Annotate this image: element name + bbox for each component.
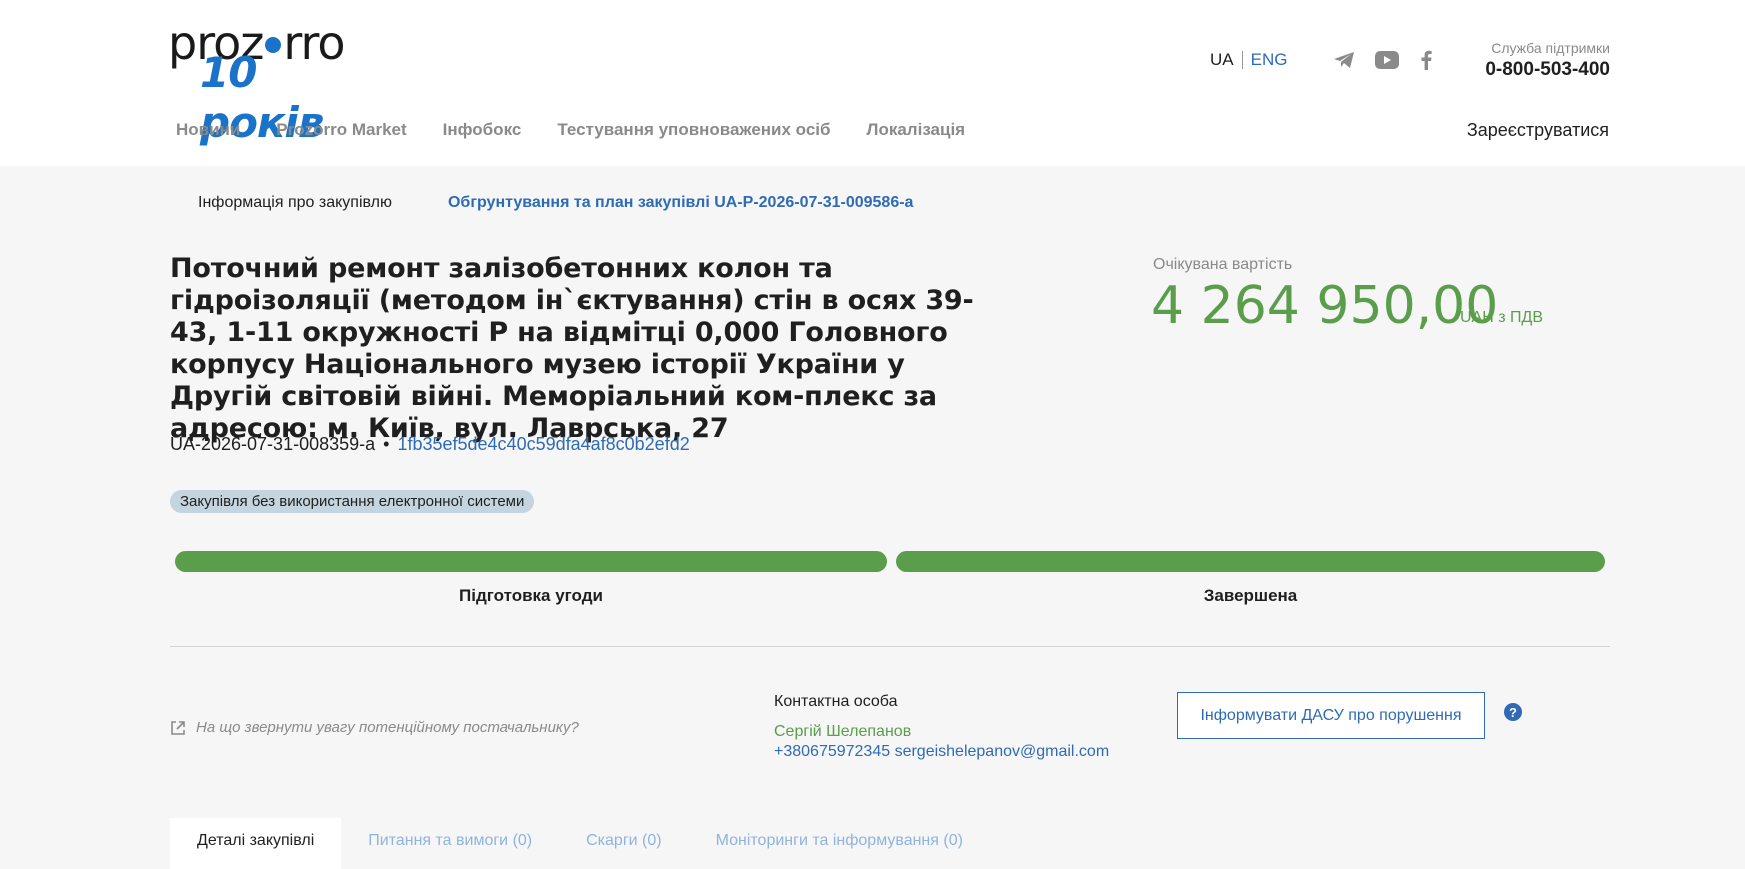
contact-label: Контактна особа [774,693,898,710]
expected-value-currency: UAH з ПДВ [1460,309,1544,326]
report-dasu-button[interactable]: Інформувати ДАСУ про порушення [1177,692,1485,739]
page-title: Поточний ремонт залізобетонних колон та … [170,253,974,444]
stage-progress-bar [175,551,887,572]
nav-item-news[interactable]: Новини [176,120,240,140]
contact-person: Контактна особа Сергій Шелепанов +380675… [774,693,1109,761]
register-link[interactable]: Зареєструватися [1467,120,1609,141]
site-header: proz rro 10 років UA ENG Служба підтримки… [0,0,1745,166]
lang-eng[interactable]: ENG [1251,50,1288,70]
nav-item-market[interactable]: Prozorro Market [276,120,406,140]
tab-questions[interactable]: Питання та вимоги (0) [341,818,559,869]
tab-procurement-plan[interactable]: Обгрунтування та план закупівлі UA-P-202… [448,194,913,212]
stage-label: Підготовка угоди [459,586,603,605]
lang-ua[interactable]: UA [1210,50,1234,70]
external-link-icon [171,720,185,735]
youtube-icon[interactable] [1373,48,1401,72]
supplier-hint-text: На що звернути увагу потенційному постач… [196,719,579,736]
telegram-icon[interactable] [1330,48,1358,72]
supplier-hint-link[interactable]: На що звернути увагу потенційному постач… [170,719,579,736]
tender-id: UA-2026-07-31-008359-a [170,434,376,454]
lang-separator [1241,51,1243,69]
procurement-subnav: Інформація про закупівлю Обгрунтування т… [198,194,913,212]
nav-item-localization[interactable]: Локалізація [867,120,966,140]
contact-details[interactable]: +380675972345 sergeishelepanov@gmail.com [774,743,1109,761]
tab-details[interactable]: Деталі закупівлі [170,818,342,869]
nav-item-infobox[interactable]: Інфобокс [443,120,522,140]
tender-identifiers: UA-2026-07-31-008359-a • 1fb35ef5de4c40c… [170,434,690,455]
tender-hash-link[interactable]: 1fb35ef5de4c40c59dfa4af8c0b2efd2 [397,434,689,455]
stage-progress-bar [896,551,1605,572]
help-icon[interactable]: ? [1504,703,1522,721]
tab-monitoring[interactable]: Моніторинги та інформування (0) [689,818,990,869]
language-switcher: UA ENG [1210,50,1287,70]
details-tabs: Деталі закупівлі Питання та вимоги (0) С… [170,818,990,869]
support-block: Служба підтримки 0-800-503-400 [1485,40,1610,81]
expected-value-amount: 4 264 950,00 [1151,276,1499,336]
tab-complaints[interactable]: Скарги (0) [559,818,688,869]
id-separator: • [383,434,390,454]
support-phone[interactable]: 0-800-503-400 [1485,59,1610,81]
procurement-type-badge: Закупівля без використання електронної с… [170,490,535,513]
facebook-icon[interactable] [1412,48,1440,72]
stage-label: Завершена [1203,586,1298,605]
support-label: Служба підтримки [1491,40,1610,56]
nav-item-testing[interactable]: Тестування уповноважених осіб [557,120,830,140]
prozorro-logo[interactable]: proz rro 10 років [168,20,358,147]
tab-procurement-info[interactable]: Інформація про закупівлю [198,194,392,212]
main-nav: Новини Prozorro Market Інфобокс Тестуван… [176,120,1001,140]
section-divider [170,646,1610,647]
expected-value-label: Очікувана вартість [1153,256,1293,273]
contact-name: Сергій Шелепанов [774,723,912,740]
